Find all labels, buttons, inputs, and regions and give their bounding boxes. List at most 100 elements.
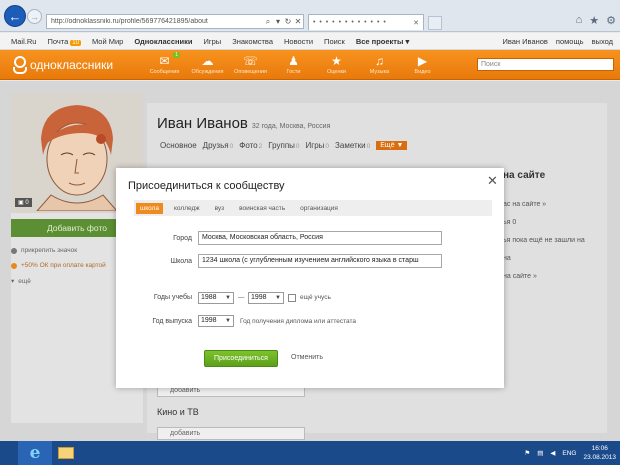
- photo-count-badge: ▣ 0: [15, 198, 32, 207]
- games-link[interactable]: Игры: [204, 37, 222, 46]
- tab-label: Группы: [268, 141, 295, 150]
- dropdown-icon[interactable]: ▾: [273, 17, 283, 26]
- nav-music[interactable]: ♫ Музыка: [358, 53, 401, 75]
- help-link[interactable]: помощь: [556, 37, 584, 46]
- profile-tabs: Основное Друзья0 Фото2 Группы0 Игры0 Зам…: [160, 141, 408, 150]
- grad-year-select[interactable]: 1998 ▼: [198, 315, 234, 327]
- chevron-down-icon: ▼: [225, 295, 231, 301]
- tab-groups[interactable]: Группы0: [268, 141, 299, 150]
- chevron-down-icon: ▼: [275, 295, 281, 301]
- home-icon[interactable]: ⌂: [576, 14, 583, 27]
- profile-name: Иван Иванов 32 года, Москва, Россия: [157, 115, 330, 132]
- city-field[interactable]: Москва, Московская область, Россия: [198, 231, 442, 245]
- nav-ratings[interactable]: ★ Оценки: [315, 53, 358, 75]
- search-link[interactable]: Поиск: [324, 37, 345, 46]
- tab-main[interactable]: Основное: [160, 141, 197, 150]
- nav-video[interactable]: ▶ Видео: [401, 53, 444, 75]
- cancel-link[interactable]: Отменить: [291, 354, 323, 361]
- tab-college[interactable]: колледж: [170, 203, 204, 214]
- ok-logo[interactable]: одноклассники: [11, 56, 113, 74]
- profile-name-text: Иван Иванов: [157, 115, 248, 132]
- school-field[interactable]: 1234 школа (с углубленным изучением англ…: [198, 254, 442, 268]
- network-icon[interactable]: ▤: [537, 449, 543, 457]
- user-name[interactable]: Иван Иванов: [502, 37, 547, 46]
- more-tabs-button[interactable]: Ещё ▼: [376, 141, 408, 150]
- ok-search-input[interactable]: Поиск: [477, 58, 614, 71]
- still-studying-checkbox[interactable]: [288, 294, 296, 302]
- year-separator: —: [238, 294, 245, 301]
- year-from-select[interactable]: 1988 ▼: [198, 292, 234, 304]
- card-bonus-link[interactable]: +50% ОК при оплате картой: [11, 262, 106, 269]
- notification-icon: ☏: [242, 54, 258, 68]
- right-sidebar-fragment: на сайте ас на сайте » ья 0 ья пока ещё …: [503, 170, 603, 291]
- tab-military[interactable]: воинская часть: [235, 203, 289, 214]
- favorites-icon[interactable]: ★: [589, 14, 599, 27]
- tab-notes[interactable]: Заметки0: [335, 141, 370, 150]
- music-icon: ♫: [375, 54, 384, 68]
- refresh-icon[interactable]: ↻: [283, 17, 293, 26]
- mailru-link[interactable]: Mail.Ru: [11, 37, 36, 46]
- forward-button[interactable]: →: [27, 9, 42, 24]
- nav-discussions[interactable]: ☁ Обсуждения: [186, 53, 229, 75]
- language-indicator[interactable]: ENG: [562, 450, 576, 457]
- tab-organization[interactable]: организация: [296, 203, 342, 214]
- internet-explorer-icon[interactable]: e: [18, 441, 52, 465]
- nav-label: Музыка: [369, 69, 390, 75]
- profile-sections-fragment: добавить Кино и ТВ добавить: [157, 384, 317, 440]
- browser-tab[interactable]: • • • • • • • • • • • • ✕: [308, 14, 424, 30]
- tab-friends[interactable]: Друзья0: [203, 141, 234, 150]
- my-world-link[interactable]: Мой Мир: [92, 37, 123, 46]
- right-link[interactable]: на сайте »: [503, 273, 603, 280]
- gear-icon[interactable]: ⚙: [606, 14, 616, 27]
- grad-year-hint: Год получения диплома или аттестата: [240, 318, 357, 325]
- select-value: 1998: [201, 317, 217, 324]
- nav-notifications[interactable]: ☏ Оповещения: [229, 53, 272, 75]
- tab-games[interactable]: Игры0: [306, 141, 330, 150]
- file-explorer-button[interactable]: [53, 441, 79, 465]
- nav-guests[interactable]: ♟ Гости: [272, 53, 315, 75]
- browser-toolbar: ← → http://odnoklassniki.ru/profile/5697…: [0, 0, 620, 32]
- stop-icon[interactable]: ✕: [293, 17, 303, 26]
- discussion-icon: ☁: [201, 54, 214, 68]
- tab-label: Друзья: [202, 141, 229, 150]
- mail-badge: 10: [70, 39, 81, 46]
- odnoklassniki-link[interactable]: Одноклассники: [134, 37, 192, 46]
- school-label: Школа: [170, 258, 192, 265]
- close-tab-icon[interactable]: ✕: [413, 19, 419, 27]
- nav-label: Оповещения: [234, 69, 267, 75]
- logout-link[interactable]: выход: [592, 37, 613, 46]
- section-title: Кино и ТВ: [157, 407, 199, 417]
- new-tab-button[interactable]: [428, 16, 442, 30]
- dating-link[interactable]: Знакомства: [232, 37, 273, 46]
- news-link[interactable]: Новости: [284, 37, 313, 46]
- right-link[interactable]: ас на сайте »: [503, 201, 603, 208]
- back-button[interactable]: ←: [4, 5, 26, 27]
- attach-badge-link[interactable]: прикрепить значок: [11, 247, 77, 254]
- online-heading: на сайте: [503, 170, 546, 181]
- volume-icon[interactable]: ◀: [550, 449, 555, 457]
- messages-badge: 1: [173, 52, 180, 58]
- add-field[interactable]: добавить: [157, 427, 305, 440]
- tab-label: Основное: [160, 141, 197, 150]
- more-link[interactable]: ▾ ещё: [11, 277, 31, 286]
- link-label: прикрепить значок: [21, 247, 78, 254]
- mail-link[interactable]: Почта 10: [47, 37, 81, 46]
- tab-school[interactable]: школа: [136, 202, 164, 214]
- search-icon[interactable]: ⌕: [263, 17, 273, 27]
- city-label: Город: [173, 235, 192, 242]
- flag-icon[interactable]: ⚑: [524, 449, 530, 457]
- close-icon[interactable]: ✕: [487, 173, 498, 189]
- still-studying-label: ещё учусь: [300, 294, 331, 301]
- pin-icon: [11, 247, 17, 254]
- tab-photos[interactable]: Фото2: [239, 141, 262, 150]
- nav-messages[interactable]: ✉ 1 Сообщения: [143, 52, 186, 75]
- join-button[interactable]: Присоединиться: [204, 350, 278, 367]
- year-to-select[interactable]: 1998 ▼: [248, 292, 284, 304]
- tab-count: 0: [295, 143, 300, 150]
- all-projects-link[interactable]: Все проекты ▾: [356, 37, 409, 46]
- tab-university[interactable]: вуз: [211, 203, 229, 214]
- nav-label: Обсуждения: [191, 69, 224, 75]
- tab-count: 0: [229, 143, 234, 150]
- clock[interactable]: 16:06 23.08.2013: [583, 444, 616, 462]
- address-bar[interactable]: http://odnoklassniki.ru/profile/56977642…: [46, 14, 304, 29]
